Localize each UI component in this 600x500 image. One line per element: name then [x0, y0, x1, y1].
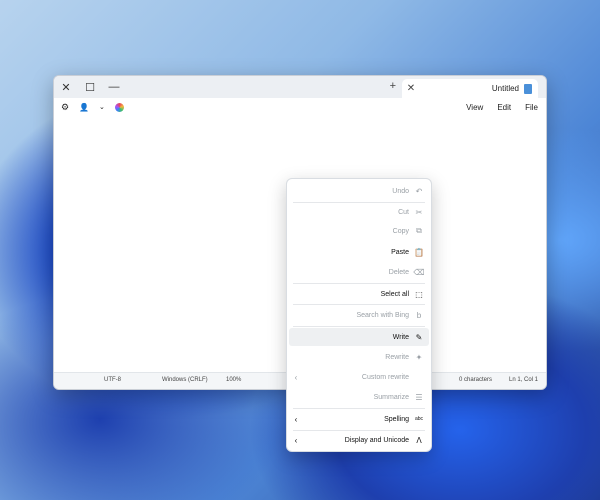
menu-item-paste[interactable]: Paste 📋	[289, 243, 429, 261]
account-icon[interactable]: 👤	[79, 103, 89, 112]
menu-item-label: Custom rewrite	[361, 373, 409, 381]
menu-separator	[293, 304, 425, 305]
maximize-window-button[interactable]: ☐	[78, 76, 102, 98]
chevron-left-icon: ‹	[294, 414, 298, 424]
spelling-icon: abc	[414, 416, 424, 422]
menu-item-label: Paste	[391, 248, 409, 256]
bing-icon: b	[416, 310, 422, 320]
new-tab-button[interactable]: +	[390, 80, 396, 92]
menu-item-label: Spelling	[384, 415, 409, 423]
tab-untitled[interactable]: ✕ Untitled	[402, 79, 538, 98]
minimize-window-button[interactable]: —	[102, 76, 126, 98]
menu-separator	[293, 326, 425, 327]
menu-separator	[293, 283, 425, 284]
menu-item-label: Display and Unicode	[344, 436, 409, 444]
copilot-icon[interactable]	[114, 102, 124, 112]
menu-item-label: Summarize	[373, 393, 409, 401]
notepad-file-icon	[524, 83, 532, 94]
cut-icon: ✂	[415, 207, 423, 217]
menu-edit[interactable]: Edit	[497, 103, 511, 112]
menu-item-custom-rewrite[interactable]: ‹ Custom rewrite	[289, 368, 429, 386]
menu-item-search-with-bing[interactable]: Search with Bing b	[289, 306, 429, 324]
menu-item-select-all[interactable]: Select all ⬚	[289, 285, 429, 303]
status-position: Ln 1, Col 1	[509, 377, 539, 383]
delete-icon: ⌫	[413, 267, 425, 277]
select-all-icon: ⬚	[415, 289, 423, 299]
menu-view[interactable]: View	[466, 103, 483, 112]
menu-item-delete[interactable]: Delete ⌫	[289, 263, 429, 281]
menu-file[interactable]: File	[525, 103, 538, 112]
menu-item-label: Delete	[388, 268, 409, 276]
settings-gear-icon[interactable]: ⚙	[61, 102, 69, 113]
menu-item-summarize[interactable]: Summarize ☰	[289, 388, 429, 406]
menu-item-undo[interactable]: Undo ↶	[289, 182, 429, 200]
menu-item-write[interactable]: Write ✎	[289, 328, 429, 346]
menu-item-label: Copy	[392, 227, 409, 235]
menu-item-label: Write	[392, 333, 409, 341]
copilot-dropdown-icon[interactable]: ⌄	[99, 103, 105, 111]
status-line-ending[interactable]: Windows (CRLF)	[162, 377, 208, 383]
menu-item-label: Rewrite	[385, 353, 409, 361]
tab-close-icon[interactable]: ✕	[402, 83, 420, 94]
status-zoom[interactable]: 100%	[226, 377, 241, 383]
tab-title: Untitled	[491, 84, 519, 93]
menu-item-copy[interactable]: Copy ⧉	[289, 222, 429, 240]
menu-item-cut[interactable]: Cut ✂	[289, 203, 429, 221]
menu-item-rewrite[interactable]: Rewrite ✦	[289, 348, 429, 366]
close-window-button[interactable]: ✕	[54, 76, 78, 98]
context-menu: Undo ↶ Cut ✂ Copy ⧉ Paste 📋 Delete ⌫ Sel…	[286, 178, 432, 452]
menu-bar: ⚙ 👤 ⌄ View Edit File	[54, 98, 546, 116]
menu-item-spelling[interactable]: ‹ Spelling abc	[289, 410, 429, 428]
paste-icon: 📋	[414, 247, 424, 257]
menu-separator	[293, 408, 425, 409]
status-characters: 0 characters	[459, 377, 493, 383]
chevron-left-icon: ‹	[294, 435, 298, 445]
menu-item-label: Undo	[392, 187, 409, 195]
copy-icon: ⧉	[416, 226, 422, 235]
summarize-icon: ☰	[415, 392, 423, 402]
write-pen-icon: ✎	[415, 332, 423, 342]
status-encoding[interactable]: UTF-8	[104, 377, 121, 383]
rewrite-icon: ✦	[415, 352, 423, 362]
menu-item-label: Select all	[380, 290, 409, 298]
unicode-icon: Ʌ	[416, 435, 422, 445]
menu-item-label: Cut	[398, 208, 409, 216]
chevron-left-icon: ‹	[294, 372, 298, 382]
title-bar: ✕ ☐ — + ✕ Untitled	[54, 76, 546, 98]
menu-item-label: Search with Bing	[356, 311, 409, 319]
undo-icon: ↶	[415, 186, 423, 196]
menu-item-display-and-unicode[interactable]: ‹ Display and Unicode Ʌ	[289, 431, 429, 449]
